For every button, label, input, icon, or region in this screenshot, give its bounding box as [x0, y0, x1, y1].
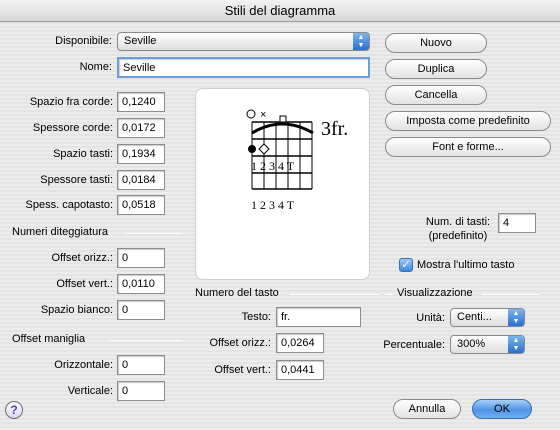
duplica-button[interactable]: Duplica [385, 59, 487, 79]
visualizzazione-divider-left [385, 294, 393, 295]
maniglia-group-title: Offset maniglia [12, 333, 86, 345]
ok-button[interactable]: OK [472, 399, 532, 419]
window-title: Stili del diagramma [0, 0, 560, 22]
capotasto-field[interactable]: 0,0518 [117, 195, 165, 215]
testo-field[interactable]: fr. [276, 307, 361, 327]
select-arrows-icon: ▲ ▼ [353, 33, 369, 50]
square-marker [279, 115, 287, 123]
nt-offset-orizz-field[interactable]: 0,0264 [276, 333, 324, 353]
cancella-button[interactable]: Cancella [385, 85, 487, 105]
frets [252, 121, 312, 190]
unita-label: Unità: [416, 312, 445, 324]
mostra-ultimo-tasto-label[interactable]: Mostra l'ultimo tasto [417, 259, 514, 271]
numero-tasto-divider [290, 294, 380, 295]
spazio-corde-field[interactable]: 0,1240 [117, 92, 165, 112]
capotasto-label: Spess. capotasto: [25, 199, 113, 211]
visualizzazione-divider-right [482, 294, 540, 295]
muted-string-marker: × [260, 109, 266, 121]
font-forme-button[interactable]: Font e forme... [385, 137, 551, 157]
spazio-bianco-label: Spazio bianco: [40, 304, 113, 316]
unita-select-value: Centi... [457, 311, 492, 323]
annulla-button[interactable]: Annulla [393, 399, 461, 419]
spazio-tasti-field[interactable]: 0,1934 [117, 144, 165, 164]
num-tasti-sublabel: (predefinito) [428, 230, 488, 242]
diamond-marker [258, 143, 270, 155]
percentuale-select[interactable]: 300% ▲ ▼ [450, 335, 525, 354]
finger-numbers-below: 1 2 3 4 T [251, 198, 295, 212]
disponibile-select[interactable]: Seville ▲ ▼ [117, 32, 370, 51]
open-string-marker [246, 109, 256, 119]
spazio-bianco-field[interactable]: 0 [117, 300, 165, 320]
dialog-window: Stili del diagramma Disponibile: Seville… [0, 0, 560, 430]
nuovo-button[interactable]: Nuovo [385, 33, 487, 53]
spazio-corde-label: Spazio fra corde: [29, 96, 113, 108]
nome-label: Nome: [79, 61, 112, 73]
disponibile-label: Disponibile: [55, 35, 112, 47]
diteggiatura-group-title: Numeri diteggiatura [12, 226, 108, 238]
spessore-tasti-label: Spessore tasti: [40, 174, 113, 186]
checkmark-icon: ✓ [401, 259, 411, 271]
fret-label: 3fr. [321, 118, 348, 140]
num-tasti-label: Num. di tasti: [425, 216, 491, 228]
unita-select[interactable]: Centi... ▲ ▼ [450, 308, 525, 327]
disponibile-select-value: Seville [124, 35, 157, 47]
spazio-tasti-label: Spazio tasti: [53, 148, 113, 160]
percentuale-label: Percentuale: [383, 339, 445, 351]
nt-offset-vert-field[interactable]: 0,0441 [276, 360, 324, 380]
verticale-label: Verticale: [67, 385, 113, 397]
maniglia-divider [110, 340, 182, 341]
help-button[interactable]: ? [5, 401, 23, 419]
finger-numbers-inside: 1 2 3 4 T [251, 159, 295, 173]
orizzontale-label: Orizzontale: [54, 359, 113, 371]
verticale-field[interactable]: 0 [117, 381, 165, 401]
percentuale-select-value: 300% [457, 338, 486, 350]
barre-arc [251, 122, 314, 135]
testo-label: Testo: [241, 311, 271, 323]
nt-offset-vert-label: Offset vert.: [214, 364, 271, 376]
numero-tasto-group-title: Numero del tasto [195, 287, 279, 299]
spessore-corde-field[interactable]: 0,0172 [117, 118, 165, 138]
diteggiatura-divider [125, 233, 182, 234]
dit-offset-orizz-field[interactable]: 0 [117, 248, 165, 268]
filled-dot [248, 145, 256, 153]
nome-field[interactable]: Seville [117, 57, 370, 78]
num-tasti-field[interactable]: 4 [498, 213, 536, 233]
select-arrows-icon: ▲ ▼ [508, 336, 524, 353]
dit-offset-orizz-label: Offset orizz.: [51, 252, 113, 264]
orizzontale-field[interactable]: 0 [117, 355, 165, 375]
chord-diagram: × 3fr. 1 2 3 4 T 1 2 3 4 T [246, 109, 348, 212]
dit-offset-vert-label: Offset vert.: [56, 278, 113, 290]
dit-offset-vert-field[interactable]: 0,0110 [117, 274, 165, 294]
visualizzazione-group-title: Visualizzazione [397, 287, 473, 299]
mostra-ultimo-tasto-checkbox[interactable]: ✓ [399, 258, 413, 272]
spessore-corde-label: Spessore corde: [32, 122, 113, 134]
diagram-preview: × 3fr. 1 2 3 4 T 1 2 3 4 T [195, 88, 370, 280]
help-icon: ? [10, 403, 18, 417]
nt-offset-orizz-label: Offset orizz.: [209, 337, 271, 349]
imposta-predefinito-button[interactable]: Imposta come predefinito [385, 111, 551, 131]
select-arrows-icon: ▲ ▼ [508, 309, 524, 326]
spessore-tasti-field[interactable]: 0,0184 [117, 170, 165, 190]
